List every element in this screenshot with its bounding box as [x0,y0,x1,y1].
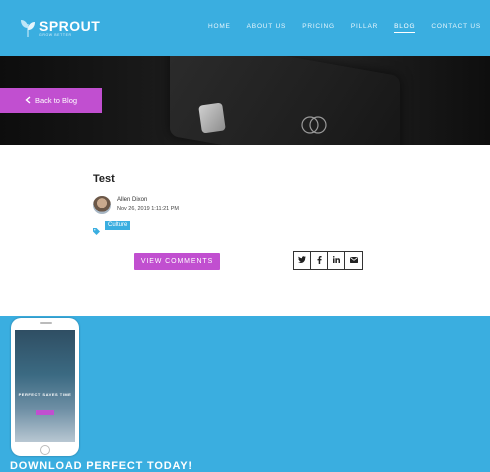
tag-icon [93,222,100,235]
twitter-icon [298,256,306,265]
back-to-blog-label: Back to Blog [34,96,78,105]
tag-culture[interactable]: Culture [105,221,131,230]
card-logo-icon [301,116,327,134]
phone-mockup-image: PERFECT SAVES TIME [11,318,79,456]
post-date: Nov 26, 2019 1:11:21 PM [117,206,179,212]
nav-item-pricing[interactable]: PRICING [302,23,335,33]
phone-speaker [40,322,52,324]
share-facebook-button[interactable] [311,252,328,269]
main-nav: HOME ABOUT US PRICING PILLAR BLOG CONTAC… [192,23,481,33]
share-linkedin-button[interactable] [328,252,345,269]
nav-item-contact-us[interactable]: CONTACT US [431,23,481,33]
phone-screen-headline: PERFECT SAVES TIME [18,392,72,397]
author-name[interactable]: Allen Dixon [117,197,147,203]
linkedin-icon [332,256,340,265]
phone-screen-button [36,410,54,415]
author-avatar[interactable] [93,196,111,214]
promo-title: DOWNLOAD PERFECT TODAY! [10,460,193,472]
card-chip-image [198,102,226,134]
logo[interactable]: SPROUT GROW BETTER [20,16,100,40]
phone-home-button [40,445,50,455]
nav-item-about-us[interactable]: ABOUT US [247,23,287,33]
share-email-button[interactable] [345,252,362,269]
share-twitter-button[interactable] [294,252,311,269]
back-to-blog-button[interactable]: Back to Blog [0,88,102,113]
nav-item-blog[interactable]: BLOG [394,23,416,33]
post-title: Test [93,173,115,185]
nav-item-pillar[interactable]: PILLAR [351,23,378,33]
nav-item-home[interactable]: HOME [208,23,231,33]
site-header: SPROUT GROW BETTER HOME ABOUT US PRICING… [0,0,490,56]
brand-name: SPROUT [39,17,101,34]
facebook-icon [317,255,322,266]
sprout-leaf-icon [20,18,36,38]
share-buttons [293,251,363,270]
view-comments-button[interactable]: VIEW COMMENTS [134,253,220,270]
brand-tagline: GROW BETTER [39,32,72,37]
email-icon [349,256,358,265]
phone-screen: PERFECT SAVES TIME [15,330,75,442]
chevron-left-icon [25,95,31,106]
